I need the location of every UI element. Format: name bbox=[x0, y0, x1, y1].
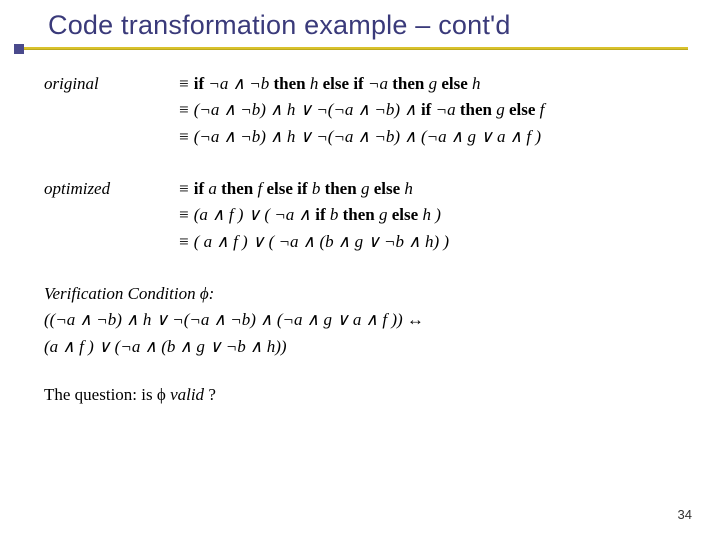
row-original-content: ≡ if ¬a ∧ ¬b then h else if ¬a then g el… bbox=[178, 71, 680, 150]
kw-if: if bbox=[315, 205, 325, 224]
text: h bbox=[400, 179, 413, 198]
slide-title: Code transformation example – cont'd bbox=[48, 10, 720, 41]
text: a bbox=[204, 179, 221, 198]
kw-then: then bbox=[392, 74, 424, 93]
text: b bbox=[308, 179, 325, 198]
vc-line-1: ((¬a ∧ ¬b) ∧ h ∨ ¬(¬a ∧ ¬b) ∧ (¬a ∧ g ∨ … bbox=[44, 307, 680, 333]
row-original: original ≡ if ¬a ∧ ¬b then h else if ¬a … bbox=[44, 71, 680, 150]
text: ≡ bbox=[178, 179, 194, 198]
original-line-2: ≡ (¬a ∧ ¬b) ∧ h ∨ ¬(¬a ∧ ¬b) ∧ if ¬a the… bbox=[178, 97, 680, 123]
text: g bbox=[357, 179, 374, 198]
text: ¬a ∧ ¬b bbox=[204, 74, 273, 93]
kw-else: else bbox=[441, 74, 467, 93]
kw-else: else bbox=[392, 205, 418, 224]
kw-if: if bbox=[353, 74, 363, 93]
vc-line-2: (a ∧ f ) ∨ (¬a ∧ (b ∧ g ∨ ¬b ∧ h)) bbox=[44, 334, 680, 360]
kw-else: else bbox=[323, 74, 349, 93]
kw-else: else bbox=[509, 100, 535, 119]
text: g bbox=[375, 205, 392, 224]
text: h bbox=[306, 74, 323, 93]
kw-if: if bbox=[194, 74, 204, 93]
text: ϕ: bbox=[196, 284, 215, 303]
accent-square-icon bbox=[14, 44, 24, 54]
row-optimized-label: optimized bbox=[44, 176, 178, 255]
text: The question: is ϕ bbox=[44, 385, 170, 404]
kw-else: else bbox=[266, 179, 292, 198]
text: f bbox=[253, 179, 266, 198]
slide-body: original ≡ if ¬a ∧ ¬b then h else if ¬a … bbox=[0, 49, 720, 408]
kw-else: else bbox=[374, 179, 400, 198]
text: ≡ bbox=[178, 74, 194, 93]
text: ≡ (¬a ∧ ¬b) ∧ h ∨ ¬(¬a ∧ ¬b) ∧ bbox=[178, 100, 421, 119]
slide: Code transformation example – cont'd ori… bbox=[0, 0, 720, 540]
text: h bbox=[468, 74, 481, 93]
page-number: 34 bbox=[678, 507, 692, 522]
kw-then: then bbox=[460, 100, 492, 119]
text: g bbox=[424, 74, 441, 93]
text: ? bbox=[204, 385, 216, 404]
title-bar: Code transformation example – cont'd bbox=[0, 0, 720, 43]
optimized-line-1: ≡ if a then f else if b then g else h bbox=[178, 176, 680, 202]
kw-then: then bbox=[343, 205, 375, 224]
verification-condition: Verification Condition ϕ: ((¬a ∧ ¬b) ∧ h… bbox=[44, 281, 680, 360]
optimized-line-3: ≡ ( a ∧ f ) ∨ ( ¬a ∧ (b ∧ g ∨ ¬b ∧ h) ) bbox=[178, 229, 680, 255]
original-line-3: ≡ (¬a ∧ ¬b) ∧ h ∨ ¬(¬a ∧ ¬b) ∧ (¬a ∧ g ∨… bbox=[178, 124, 680, 150]
kw-if: if bbox=[421, 100, 431, 119]
optimized-line-2: ≡ (a ∧ f ) ∨ ( ¬a ∧ if b then g else h ) bbox=[178, 202, 680, 228]
text-valid: valid bbox=[170, 385, 204, 404]
kw-then: then bbox=[325, 179, 357, 198]
kw-if: if bbox=[194, 179, 204, 198]
text: ≡ (a ∧ f ) ∨ ( ¬a ∧ bbox=[178, 205, 315, 224]
text: ¬a bbox=[364, 74, 392, 93]
kw-then: then bbox=[221, 179, 253, 198]
kw-then: then bbox=[274, 74, 306, 93]
text: Verification Condition bbox=[44, 284, 196, 303]
text: h ) bbox=[418, 205, 441, 224]
text: b bbox=[326, 205, 343, 224]
row-optimized-content: ≡ if a then f else if b then g else h ≡ … bbox=[178, 176, 680, 255]
row-optimized: optimized ≡ if a then f else if b then g… bbox=[44, 176, 680, 255]
kw-if: if bbox=[297, 179, 307, 198]
text: f bbox=[535, 100, 544, 119]
text: g bbox=[492, 100, 509, 119]
vc-heading: Verification Condition ϕ: bbox=[44, 281, 680, 307]
original-line-1: ≡ if ¬a ∧ ¬b then h else if ¬a then g el… bbox=[178, 71, 680, 97]
text: ¬a bbox=[431, 100, 459, 119]
row-original-label: original bbox=[44, 71, 178, 150]
question-line: The question: is ϕ valid ? bbox=[44, 382, 680, 408]
